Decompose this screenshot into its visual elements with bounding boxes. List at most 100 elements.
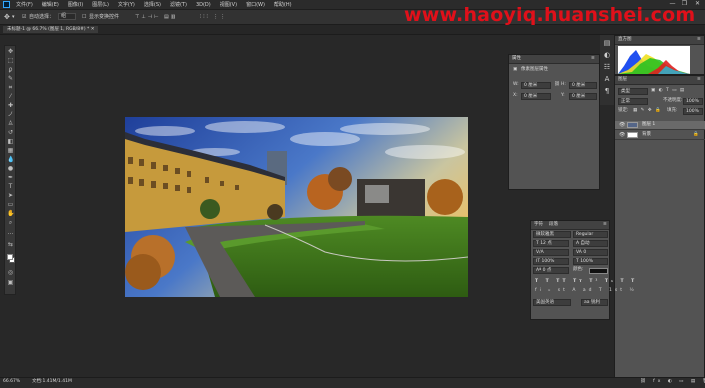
layer-bottom-buttons[interactable]: ⛓ fx ◐ ▭ ▤ 🗑 — [640, 379, 705, 385]
menu-layer[interactable]: 图层(L) — [92, 1, 109, 8]
lock-label: 锁定: — [618, 108, 629, 113]
text-style-buttons[interactable]: T T TT Tт T¹ T₁ T T — [535, 279, 637, 285]
menu-select[interactable]: 选择(S) — [144, 1, 161, 8]
crop-tool-icon[interactable]: ⌗ — [7, 85, 14, 91]
pen-tool-icon[interactable]: ✒ — [7, 175, 14, 181]
font-family-value: 微软雅黑 — [536, 232, 554, 237]
auto-select-dropdown[interactable]: 组 — [58, 13, 76, 20]
auto-select-checkbox[interactable]: ☑ — [22, 13, 26, 21]
anti-alias-dropdown[interactable]: aa 锐利 — [581, 299, 608, 306]
align-buttons[interactable]: ⊤⊥⊣⊢ ▤▥ — [135, 13, 177, 21]
clone-stamp-tool-icon[interactable]: ♙ — [7, 121, 14, 127]
tracking-input[interactable]: VA 0 — [573, 249, 608, 256]
photoshop-logo-icon[interactable] — [3, 1, 10, 8]
document-tab[interactable]: 未标题-1 @ 66.7% (图层 1, RGB/8#) * ✕ — [3, 26, 99, 33]
rectangle-tool-icon[interactable]: ▭ — [7, 202, 14, 208]
more-tools-icon[interactable]: … — [7, 230, 14, 236]
marquee-tool-icon[interactable]: ⬚ — [7, 58, 14, 64]
pixel-layer-icon: ▣ — [513, 67, 518, 72]
paragraph-icon[interactable]: ¶ — [603, 87, 611, 95]
properties-tab[interactable]: 属性 — [512, 56, 521, 62]
quick-mask-icon[interactable]: ◎ — [7, 270, 14, 276]
zoom-level[interactable]: 66.67% — [3, 379, 20, 385]
character-icon[interactable]: A — [603, 75, 611, 83]
quick-select-tool-icon[interactable]: ✎ — [7, 76, 14, 82]
leading-input[interactable]: A 自动 — [573, 240, 608, 247]
dodge-tool-icon[interactable]: ● — [7, 166, 14, 172]
healing-brush-tool-icon[interactable]: ✚ — [7, 103, 14, 109]
chain-icon[interactable]: ⛓ — [554, 82, 560, 88]
layer-filter-icons[interactable]: ▣ ◐ T ▭ ▤ — [651, 88, 685, 94]
x-input[interactable]: 0 厘米 — [521, 93, 551, 100]
hand-tool-icon[interactable]: ✋ — [7, 211, 14, 217]
eye-icon[interactable]: 👁 — [619, 122, 625, 128]
blur-tool-icon[interactable]: 💧 — [7, 157, 14, 163]
lock-icons[interactable]: ▦ ✎ ✥ 🔒 — [633, 108, 662, 114]
layer-row[interactable]: 👁 背景 🔒 — [615, 131, 705, 140]
properties-icon[interactable]: ☷ — [603, 63, 611, 71]
foreground-color-swatch[interactable] — [7, 254, 13, 260]
paragraph-tab[interactable]: 段落 — [549, 222, 558, 228]
doc-info[interactable]: 文档:1.41M/1.41M — [32, 379, 72, 385]
move-icon[interactable]: ✥ — [4, 13, 10, 21]
adjustments-icon[interactable]: ◐ — [603, 51, 611, 59]
eyedropper-tool-icon[interactable]: ⁄ — [7, 94, 14, 100]
layers-menu-icon[interactable]: ≡ — [697, 77, 701, 83]
language-dropdown[interactable]: 美国英语 — [533, 299, 571, 306]
menu-file[interactable]: 文件(F) — [16, 1, 33, 8]
screen-mode-icon[interactable]: ▣ — [7, 280, 14, 286]
swap-colors-icon[interactable]: ⇆ — [7, 242, 14, 248]
layer-row[interactable]: 👁 图层 1 — [615, 121, 705, 130]
anti-alias-value: 锐利 — [590, 300, 600, 305]
panel-menu-icon[interactable]: ≡ — [591, 56, 595, 62]
fill-input[interactable]: 100% — [683, 108, 703, 115]
character-tab[interactable]: 字符 — [534, 222, 543, 228]
vertical-scale-input[interactable]: IT 100% — [533, 258, 569, 265]
baseline-shift-input[interactable]: Aª 0 点 — [533, 267, 569, 274]
menu-edit[interactable]: 编辑(E) — [42, 1, 59, 8]
horizontal-scale-input[interactable]: T 100% — [573, 258, 608, 265]
opentype-buttons[interactable]: fi ℴ st A ad T 1st ½ — [535, 288, 637, 294]
document-canvas[interactable] — [125, 117, 468, 297]
layer-name: 背景 — [642, 132, 651, 137]
character-menu-icon[interactable]: ≡ — [603, 222, 607, 228]
font-size-input[interactable]: T 12 点 — [533, 240, 569, 247]
type-tool-icon[interactable]: T — [7, 184, 14, 190]
move-tool-icon[interactable]: ✥ — [7, 49, 14, 55]
brush-tool-icon[interactable]: ノ — [7, 112, 14, 118]
history-icon[interactable]: ▤ — [603, 39, 611, 47]
path-select-tool-icon[interactable]: ➤ — [7, 193, 14, 199]
width-input[interactable]: 0 厘米 — [521, 82, 551, 89]
y-input[interactable]: 0 厘米 — [569, 93, 597, 100]
tool-preset-chevron-icon[interactable]: ▾ — [12, 13, 15, 21]
opacity-input[interactable]: 100% — [683, 98, 703, 105]
eraser-tool-icon[interactable]: ◧ — [7, 139, 14, 145]
menu-type[interactable]: 文字(Y) — [118, 1, 135, 8]
menu-3d[interactable]: 3D(D) — [196, 2, 211, 8]
menu-view[interactable]: 视图(V) — [220, 1, 237, 8]
layer-kind-filter[interactable]: 类型 — [618, 88, 648, 95]
menu-filter[interactable]: 滤镜(T) — [170, 1, 187, 8]
transform-checkbox[interactable]: ☐ — [82, 13, 86, 21]
histogram-panel: 直方图 ≡ — [614, 35, 705, 75]
zoom-tool-icon[interactable]: ⌕ — [7, 220, 14, 226]
font-family-dropdown[interactable]: 微软雅黑 — [533, 231, 571, 238]
lasso-tool-icon[interactable]: ϼ — [7, 67, 14, 73]
menu-help[interactable]: 帮助(H) — [274, 1, 292, 8]
histogram-tab[interactable]: 直方图 — [618, 37, 632, 43]
watermark-text: www.haoyiq.huanshei.com — [404, 4, 696, 26]
font-style-dropdown[interactable]: Regular — [573, 231, 608, 238]
history-brush-tool-icon[interactable]: ↺ — [7, 130, 14, 136]
menu-image[interactable]: 图像(I) — [68, 1, 83, 8]
height-input[interactable]: 0 厘米 — [569, 82, 597, 89]
auto-select-value: 组 — [61, 13, 67, 19]
distribute-buttons[interactable]: ⫶⫶⫶ ⋮⋮ — [200, 13, 227, 21]
gradient-tool-icon[interactable]: ▦ — [7, 148, 14, 154]
eye-icon[interactable]: 👁 — [619, 132, 625, 138]
layers-tab[interactable]: 图层 — [618, 77, 627, 83]
menu-window[interactable]: 窗口(W) — [246, 1, 265, 8]
blend-mode-dropdown[interactable]: 正常 — [618, 98, 648, 105]
kerning-input[interactable]: V/A — [533, 249, 569, 256]
text-color-swatch[interactable] — [589, 268, 608, 274]
histogram-menu-icon[interactable]: ≡ — [697, 37, 701, 43]
